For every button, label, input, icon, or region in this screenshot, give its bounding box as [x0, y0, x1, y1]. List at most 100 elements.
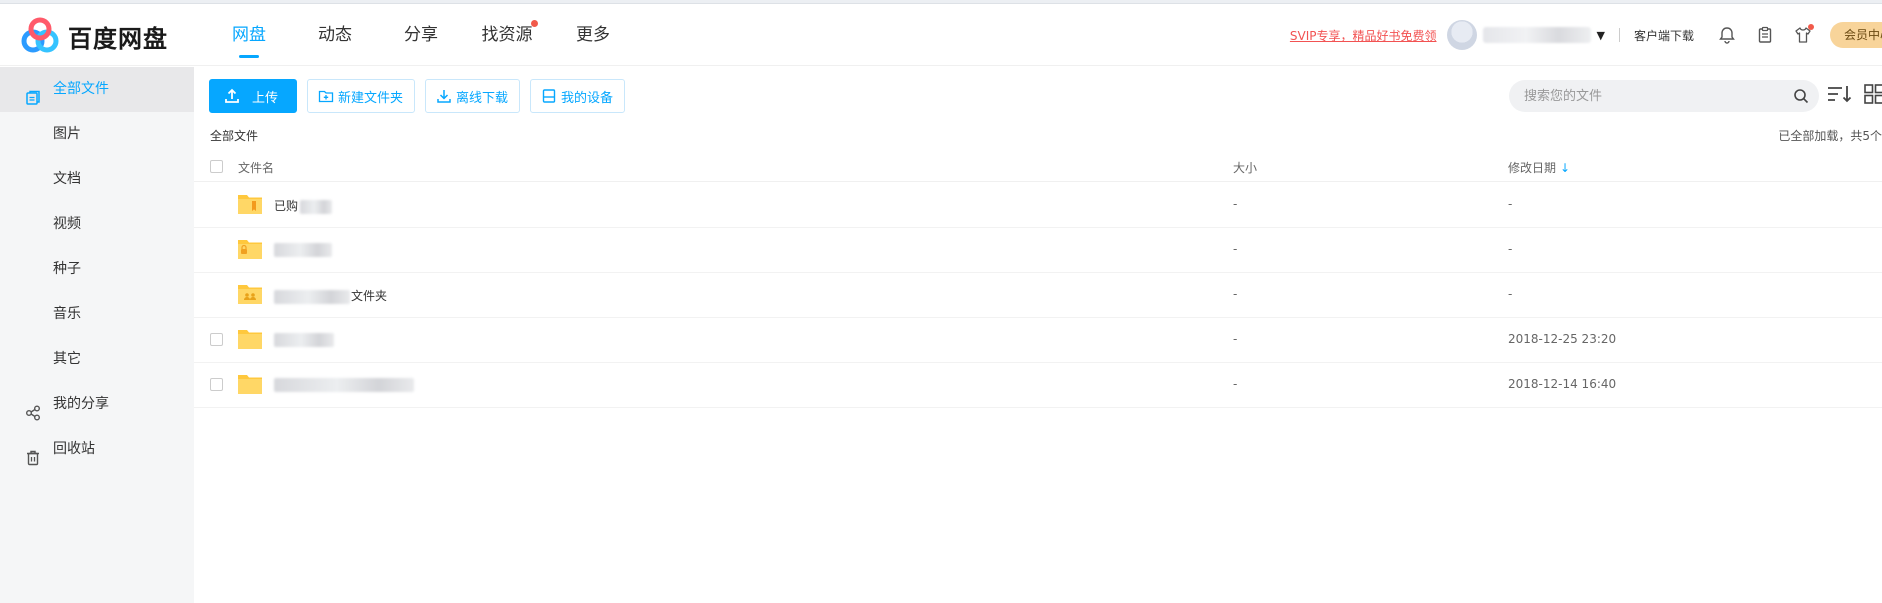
- client-download-link[interactable]: 客户端下载: [1634, 27, 1694, 44]
- file-name-text: 文件夹: [351, 289, 388, 303]
- bell-icon[interactable]: [1716, 24, 1738, 46]
- notification-dot: [1808, 24, 1814, 30]
- baidu-netdisk-logo-icon: [21, 17, 59, 53]
- file-date: -: [1508, 197, 1513, 211]
- main-nav: 网盘 动态 分享 找资源 更多: [206, 4, 636, 66]
- column-header-date-label: 修改日期: [1508, 161, 1557, 175]
- sidebar-item-documents[interactable]: 文档: [0, 157, 194, 202]
- file-name[interactable]: [274, 332, 334, 347]
- offline-download-button[interactable]: 离线下载: [425, 79, 521, 113]
- nav-activity[interactable]: 动态: [292, 4, 378, 66]
- sort-list-icon[interactable]: [1826, 83, 1852, 105]
- header-right: SVIP专享，精品好书免费领 ▼ 客户端下载 会员中心: [1290, 4, 1882, 66]
- breadcrumb[interactable]: 全部文件: [210, 127, 258, 144]
- column-header-name[interactable]: 文件名: [238, 159, 274, 176]
- sidebar-item-recycle-bin[interactable]: 回收站: [0, 427, 194, 472]
- sidebar-item-label: 视频: [53, 216, 81, 232]
- folder-shared-icon: [238, 285, 262, 304]
- file-name[interactable]: [274, 242, 332, 257]
- blurred-text: [274, 289, 350, 304]
- table-row[interactable]: - -: [194, 228, 1882, 273]
- upload-icon: [225, 88, 239, 103]
- load-status: 已全部加载，共5个: [1778, 129, 1882, 143]
- my-devices-button[interactable]: 我的设备: [530, 79, 626, 113]
- file-list: 已购 - - - - 文件夹 - - - 2018-12-25 23:20 - …: [194, 183, 1882, 408]
- sidebar-item-label: 音乐: [53, 306, 81, 322]
- sidebar-item-my-shares[interactable]: 我的分享: [0, 382, 194, 427]
- chevron-down-icon[interactable]: ▼: [1597, 29, 1605, 42]
- download-icon: [437, 90, 451, 103]
- upload-label: 上传: [252, 90, 279, 106]
- my-devices-label: 我的设备: [561, 90, 614, 106]
- sidebar-item-all-files[interactable]: 全部文件: [0, 67, 194, 112]
- tshirt-skin-icon[interactable]: [1792, 24, 1814, 46]
- file-date: -: [1508, 287, 1513, 301]
- nav-more-label: 更多: [576, 25, 610, 45]
- files-icon: [24, 81, 42, 105]
- nav-find-resources-label: 找资源: [481, 25, 533, 45]
- file-size: -: [1233, 242, 1238, 256]
- toolbar: 上传 新建文件夹 离线下载 我的设备: [209, 79, 635, 113]
- table-header: 文件名 大小 修改日期 ↓: [194, 152, 1882, 182]
- column-header-date[interactable]: 修改日期 ↓: [1508, 159, 1570, 176]
- table-row[interactable]: 文件夹 - -: [194, 273, 1882, 318]
- avatar[interactable]: [1446, 20, 1477, 50]
- sidebar-item-music[interactable]: 音乐: [0, 292, 194, 337]
- search-box: [1509, 80, 1819, 112]
- folder-purchased-icon: [238, 195, 262, 214]
- file-date: 2018-12-25 23:20: [1508, 332, 1617, 346]
- clipboard-icon[interactable]: [1754, 24, 1776, 46]
- file-name[interactable]: 已购: [274, 197, 333, 214]
- sidebar-item-label: 文档: [53, 171, 81, 187]
- new-folder-button[interactable]: 新建文件夹: [307, 79, 416, 113]
- offline-download-label: 离线下载: [456, 90, 509, 106]
- file-name[interactable]: [274, 377, 414, 392]
- sidebar-item-images[interactable]: 图片: [0, 112, 194, 157]
- file-size: -: [1233, 377, 1238, 391]
- sidebar: 全部文件 图片 文档 视频 种子 音乐 其它 我的分享 回收站: [0, 67, 194, 603]
- column-header-size[interactable]: 大小: [1233, 159, 1257, 176]
- sort-down-arrow-icon: ↓: [1560, 161, 1571, 175]
- folder-icon: [238, 330, 262, 349]
- sidebar-item-torrents[interactable]: 种子: [0, 247, 194, 292]
- search-icon[interactable]: [1793, 88, 1809, 104]
- file-date: 2018-12-14 16:40: [1508, 377, 1617, 391]
- nav-netdisk-label: 网盘: [232, 25, 266, 45]
- table-row[interactable]: 已购 - -: [194, 183, 1882, 228]
- nav-share[interactable]: 分享: [378, 4, 464, 66]
- file-name-text: 已购: [274, 199, 299, 213]
- sidebar-item-other[interactable]: 其它: [0, 337, 194, 382]
- row-checkbox[interactable]: [210, 333, 223, 346]
- nav-more[interactable]: 更多: [550, 4, 636, 66]
- nav-find-resources[interactable]: 找资源: [464, 4, 550, 66]
- sidebar-item-label: 其它: [53, 351, 81, 367]
- select-all-checkbox[interactable]: [210, 160, 223, 173]
- file-size: -: [1233, 332, 1238, 346]
- upload-button[interactable]: 上传: [209, 79, 298, 113]
- file-name[interactable]: 文件夹: [274, 287, 387, 304]
- row-checkbox[interactable]: [210, 378, 223, 391]
- folder-locked-icon: [238, 240, 262, 259]
- nav-netdisk[interactable]: 网盘: [206, 4, 292, 66]
- table-row[interactable]: - 2018-12-25 23:20: [194, 318, 1882, 363]
- new-folder-icon: [318, 90, 334, 103]
- sidebar-item-label: 回收站: [53, 441, 95, 457]
- username-blurred[interactable]: [1482, 27, 1591, 43]
- nav-activity-label: 动态: [318, 25, 352, 45]
- table-row[interactable]: - 2018-12-14 16:40: [194, 363, 1882, 408]
- logo[interactable]: 百度网盘: [20, 16, 168, 56]
- sidebar-item-label: 图片: [53, 126, 81, 142]
- search-input[interactable]: [1509, 80, 1769, 112]
- svip-promo-link[interactable]: SVIP专享，精品好书免费领: [1290, 27, 1437, 44]
- logo-text: 百度网盘: [68, 24, 168, 53]
- folder-icon: [238, 375, 262, 394]
- member-center-button[interactable]: 会员中心: [1830, 22, 1882, 48]
- file-date: -: [1508, 242, 1513, 256]
- sidebar-item-label: 我的分享: [53, 396, 109, 412]
- sidebar-item-videos[interactable]: 视频: [0, 202, 194, 247]
- grid-view-icon[interactable]: [1863, 83, 1882, 105]
- blurred-text: [300, 199, 333, 214]
- sidebar-item-label: 全部文件: [53, 81, 109, 97]
- share-icon: [24, 396, 42, 421]
- main-content: 上传 新建文件夹 离线下载 我的设备 全部文件 已全部加载，共5个 文件名 大小…: [194, 67, 1882, 603]
